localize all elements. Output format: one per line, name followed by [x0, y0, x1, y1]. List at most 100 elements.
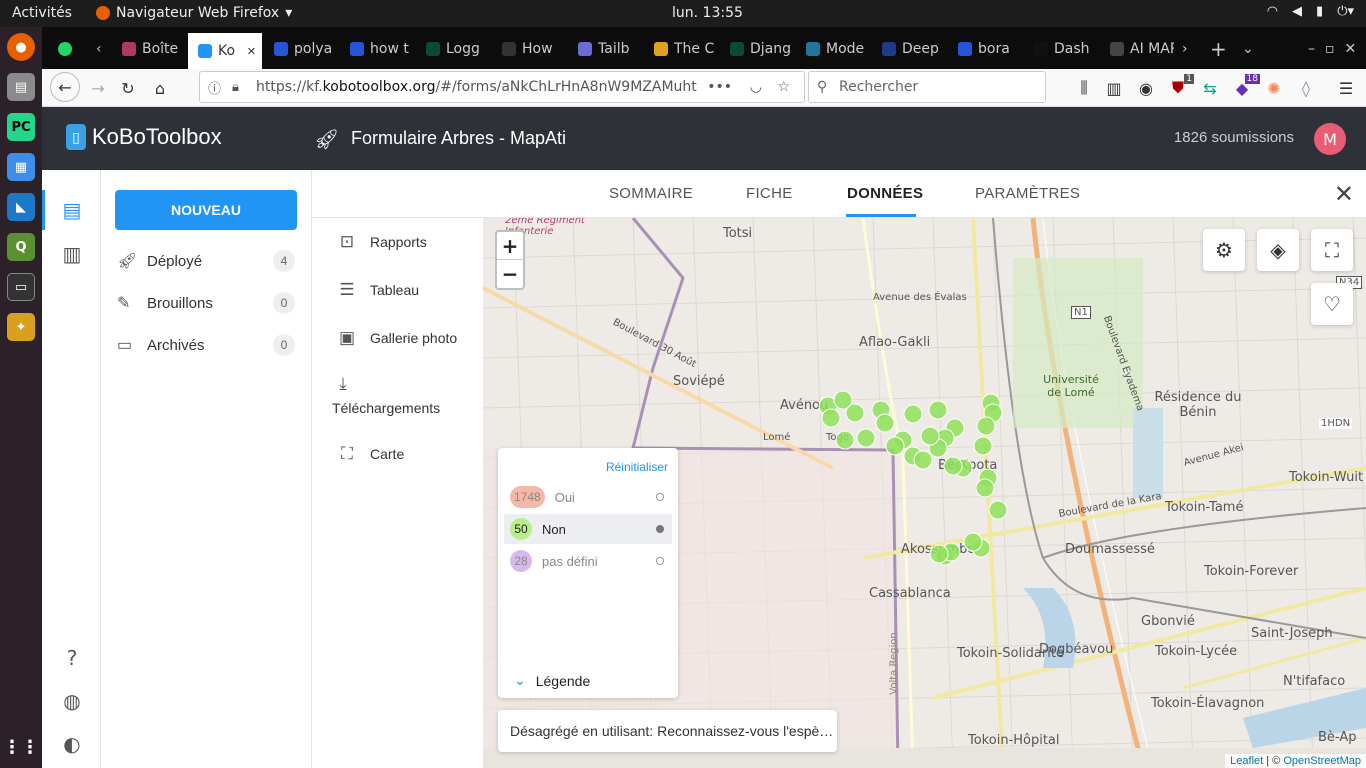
info-icon[interactable]: ⓘ [208, 78, 221, 97]
github-icon[interactable]: ◐ [60, 732, 84, 756]
legend-toggle[interactable]: ⌄ Légende [514, 672, 590, 689]
map-marker[interactable] [975, 478, 995, 498]
bookmark-star-icon[interactable]: ☆ [777, 79, 790, 95]
minimize-icon[interactable]: – [1308, 41, 1315, 57]
browser-tab[interactable]: Tailb [568, 35, 642, 63]
tab-data[interactable]: DONNÉES [847, 185, 923, 202]
system-tray[interactable]: ◠ ◀ ▮ ⏻▾ [1267, 4, 1354, 19]
map-marker[interactable] [920, 426, 940, 446]
browser-tab[interactable]: how t [340, 35, 414, 63]
radio-indicator[interactable] [656, 525, 664, 533]
zoom-out-button[interactable]: − [497, 260, 523, 288]
map-settings-button[interactable]: ⚙ [1203, 229, 1245, 271]
map-marker[interactable] [988, 500, 1008, 520]
browser-tab[interactable]: Mode [796, 35, 870, 63]
window-controls[interactable]: – ▫ ✕ [1298, 35, 1366, 63]
radio-indicator[interactable] [656, 557, 664, 565]
legend-row[interactable]: 50 Non [504, 514, 672, 544]
clock[interactable]: lun. 13:55 [672, 5, 743, 21]
map-marker[interactable] [943, 456, 963, 476]
close-window-icon[interactable]: ✕ [1345, 41, 1357, 57]
firefox-dock-icon[interactable]: ● [7, 33, 35, 61]
browser-tab[interactable]: Ko ✕ [188, 33, 262, 69]
kobo-logo[interactable]: ▯ KoBoToolbox [66, 124, 222, 150]
sidebar-item-archived[interactable]: ▭ Archivés 0 [117, 330, 297, 360]
map-marker[interactable] [913, 450, 933, 470]
reload-button[interactable]: ↻ [116, 76, 140, 100]
layers-button[interactable]: ◈ [1257, 229, 1299, 271]
list-tabs-button[interactable]: ⌄ [1232, 35, 1258, 63]
disaggregation-select[interactable]: Désagrégé en utilisant: Reconnaissez-vou… [498, 710, 837, 752]
osm-link[interactable]: OpenStreetMap [1283, 755, 1361, 767]
reset-link[interactable]: Réinitialiser [606, 460, 668, 474]
new-tab-button[interactable]: + [1200, 35, 1226, 63]
writer-dock-icon[interactable]: ▦ [7, 153, 35, 181]
extension-flame-icon[interactable]: ◊ [1294, 76, 1318, 100]
tab-form[interactable]: FICHE [746, 185, 793, 202]
browser-tab[interactable]: Djang [720, 35, 794, 63]
map-marker[interactable] [928, 400, 948, 420]
qgis-dock-icon[interactable]: Q [7, 233, 35, 261]
maximize-icon[interactable]: ▫ [1325, 41, 1335, 57]
avatar[interactable]: M [1314, 123, 1346, 155]
tab-settings[interactable]: PARAMÈTRES [975, 185, 1080, 202]
browser-tab[interactable]: Boîte [112, 35, 186, 63]
close-icon[interactable]: ✕ [1334, 180, 1354, 209]
library-rail-icon[interactable]: ▥ [60, 242, 84, 266]
color-picker-icon[interactable]: ✺ [1262, 76, 1286, 100]
map-marker[interactable] [856, 428, 876, 448]
page-actions-icon[interactable]: ••• [703, 79, 732, 95]
home-button[interactable]: ⌂ [148, 76, 172, 100]
browser-tab[interactable]: Logg [416, 35, 490, 63]
tab-summary[interactable]: SOMMAIRE [609, 185, 693, 202]
tabs-scroll-left[interactable]: ‹ [86, 35, 106, 63]
browser-tab[interactable]: Deep [872, 35, 946, 63]
files-dock-icon[interactable]: ▤ [7, 73, 35, 101]
map-marker[interactable] [875, 413, 895, 433]
sidebar-icon[interactable]: ▥ [1102, 76, 1126, 100]
legend-row[interactable]: 28 pas défini [504, 546, 672, 576]
map-marker[interactable] [963, 532, 983, 552]
tabs-scroll-right[interactable]: › [1172, 35, 1192, 63]
forward-button[interactable]: → [86, 76, 110, 100]
browser-tab[interactable]: bora [948, 35, 1022, 63]
nav-map[interactable]: ⛶ Carte [336, 444, 404, 464]
url-bar[interactable]: ⓘ 🔒︎ https://kf. kobotoolbox.org/#/forms/… [199, 71, 805, 103]
search-bar[interactable]: ⚲ Rechercher [808, 71, 1046, 103]
heatmap-button[interactable]: ♡ [1311, 283, 1353, 325]
ublock-icon[interactable]: ⛊ 1 [1166, 74, 1194, 100]
show-apps-icon[interactable]: ⋮⋮ [3, 733, 39, 761]
zoom-in-button[interactable]: + [497, 232, 523, 260]
map-marker[interactable] [903, 404, 923, 424]
help-icon[interactable]: ? [60, 646, 84, 670]
image-app-dock-icon[interactable]: ✦ [7, 313, 35, 341]
new-project-button[interactable]: NOUVEAU [115, 190, 297, 230]
back-button[interactable]: ← [50, 72, 80, 102]
extension-sync-icon[interactable]: ⇆ [1198, 76, 1222, 100]
browser-tab[interactable]: AI MARK [1100, 35, 1174, 63]
radio-indicator[interactable] [656, 493, 664, 501]
fullscreen-button[interactable]: ⛶ [1311, 229, 1353, 271]
browser-tab[interactable]: Dash [1024, 35, 1098, 63]
terminal-dock-icon[interactable]: ▭ [7, 273, 35, 301]
map-marker[interactable] [885, 436, 905, 456]
forms-icon[interactable]: ▤ [60, 198, 84, 222]
map-marker[interactable] [821, 408, 841, 428]
map-marker[interactable] [973, 436, 993, 456]
nav-gallery[interactable]: ▣ Gallerie photo [336, 328, 457, 348]
sidebar-item-deployed[interactable]: 🚀︎ Déployé 4 [117, 246, 297, 276]
globe-icon[interactable]: ◍ [60, 689, 84, 713]
pycharm-dock-icon[interactable]: PC [7, 113, 35, 141]
activities-button[interactable]: Activités [12, 5, 72, 21]
close-tab-icon[interactable]: ✕ [247, 45, 256, 58]
whatsapp-tab[interactable] [48, 35, 72, 63]
map-marker[interactable] [929, 544, 949, 564]
sidebar-item-drafts[interactable]: ✎ Brouillons 0 [117, 288, 297, 318]
nav-downloads[interactable]: ⤓ Téléchargements [332, 374, 440, 416]
nav-reports[interactable]: ⊡ Rapports [336, 232, 427, 252]
map-marker[interactable] [835, 430, 855, 450]
library-icon[interactable]: ⫼ [1072, 76, 1096, 100]
browser-tab[interactable]: The C [644, 35, 718, 63]
map-marker[interactable] [976, 416, 996, 436]
nav-table[interactable]: ☰ Tableau [336, 280, 419, 300]
